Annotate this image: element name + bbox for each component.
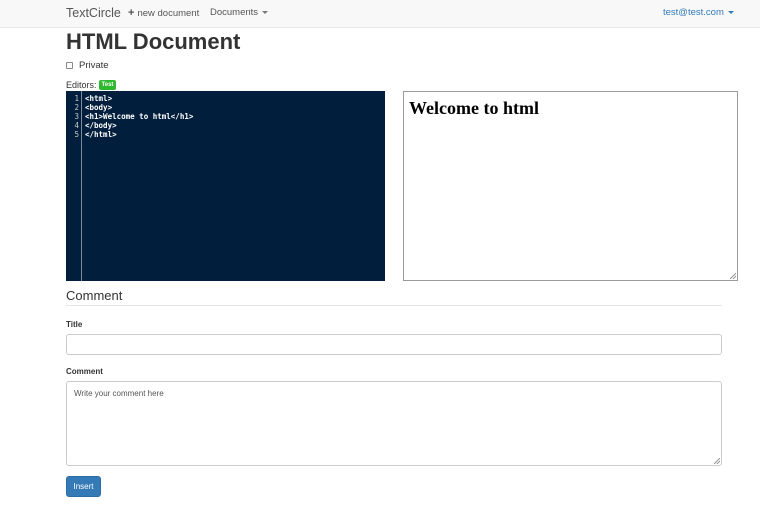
editors-label: Editors: bbox=[66, 80, 97, 90]
navbar: TextCircle + new document Documents test@… bbox=[0, 0, 760, 28]
page-title: HTML Document bbox=[66, 29, 241, 54]
code-line[interactable]: <body> bbox=[85, 103, 193, 112]
title-input[interactable] bbox=[66, 334, 722, 355]
private-toggle[interactable]: Private bbox=[66, 60, 109, 71]
comment-label: Comment bbox=[66, 367, 103, 376]
comment-textarea[interactable]: Write your comment here bbox=[66, 381, 722, 466]
line-number: 1 bbox=[74, 94, 79, 103]
editor-badge: Test bbox=[98, 80, 117, 90]
editors-row: Editors: Test bbox=[66, 80, 117, 90]
documents-dropdown[interactable]: Documents bbox=[210, 7, 269, 18]
preview-heading: Welcome to html bbox=[409, 98, 539, 118]
line-number: 2 bbox=[74, 103, 79, 112]
line-number-gutter: 1 2 3 4 5 bbox=[66, 91, 82, 281]
code-line[interactable]: <html> bbox=[85, 94, 193, 103]
code-line[interactable]: <h1>Welcome to html</h1> bbox=[85, 112, 193, 121]
caret-down-icon bbox=[727, 10, 734, 14]
insert-button[interactable]: Insert bbox=[66, 476, 101, 497]
code-editor[interactable]: 1 2 3 4 5 <html> <body> <h1>Welcome to h… bbox=[66, 91, 385, 281]
private-checkbox[interactable] bbox=[66, 62, 73, 69]
html-preview-frame: Welcome to html bbox=[403, 91, 738, 281]
code-line[interactable]: </html> bbox=[85, 130, 193, 139]
resize-handle-icon[interactable] bbox=[730, 273, 736, 279]
divider bbox=[66, 305, 722, 306]
code-line[interactable]: </body> bbox=[85, 121, 193, 130]
title-label: Title bbox=[66, 320, 83, 329]
comment-section-heading: Comment bbox=[66, 288, 123, 303]
user-email: test@test.com bbox=[663, 7, 724, 18]
resize-handle-icon[interactable] bbox=[714, 458, 720, 464]
comment-placeholder: Write your comment here bbox=[74, 389, 164, 398]
plus-icon: + bbox=[128, 7, 135, 19]
brand-link[interactable]: TextCircle bbox=[66, 6, 121, 20]
documents-label: Documents bbox=[210, 7, 259, 18]
new-document-label: new document bbox=[137, 8, 200, 19]
caret-down-icon bbox=[262, 10, 269, 14]
line-number: 4 bbox=[74, 121, 79, 130]
user-dropdown[interactable]: test@test.com bbox=[663, 7, 734, 18]
line-number: 3 bbox=[74, 112, 79, 121]
line-number: 5 bbox=[74, 130, 79, 139]
new-document-link[interactable]: + new document bbox=[128, 7, 199, 19]
private-label: Private bbox=[79, 60, 109, 71]
code-content[interactable]: <html> <body> <h1>Welcome to html</h1> <… bbox=[85, 94, 193, 139]
